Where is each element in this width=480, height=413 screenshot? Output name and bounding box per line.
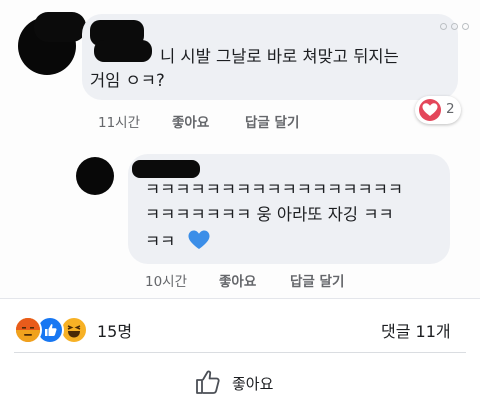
like-link[interactable]: 좋아요 (219, 270, 256, 290)
divider (14, 352, 466, 353)
reply-link[interactable]: 답글 달기 (290, 270, 344, 290)
haha-reaction-icon (60, 316, 88, 344)
reaction-summary-icons[interactable] (14, 316, 94, 344)
comment-text: 거임 ㅇㅋ? (90, 71, 165, 90)
reply-text-line: ㅋㅋ (145, 232, 176, 251)
comment-time[interactable]: 10시간 (145, 270, 187, 290)
reply-meta: 10시간 좋아요 답글 달기 (145, 270, 375, 290)
blue-heart-emoji (187, 229, 213, 251)
reply-text: ㅋㅋㅋㅋㅋㅋㅋㅋㅋㅋㅋㅋㅋㅋㅋㅋㅋ (145, 180, 404, 199)
comment-text: 니 시발 그날로 바로 쳐맞고 뒤지는 (160, 47, 399, 66)
comments-count[interactable]: 댓글 11개 (381, 318, 451, 342)
reactions-count[interactable]: 15명 (97, 318, 132, 342)
reaction-count: 2 (446, 101, 455, 117)
redacted-region (34, 12, 86, 42)
reply-text: ㅋㅋㅋㅋㅋㅋㅋ 웅 아라또 자깅 ㅋㅋ (145, 205, 394, 224)
reply-avatar[interactable] (76, 157, 114, 195)
like-button[interactable]: 좋아요 (194, 366, 304, 398)
like-link[interactable]: 좋아요 (172, 111, 209, 131)
comment-time[interactable]: 11시간 (98, 111, 140, 131)
thumbs-up-icon (194, 368, 222, 396)
like-button-label: 좋아요 (232, 375, 274, 393)
reply-text: ㅋㅋ (145, 229, 213, 254)
comment-reaction-badge[interactable]: 2 (415, 96, 461, 124)
more-options-icon[interactable] (440, 22, 474, 34)
comments-panel: 니 시발 그날로 바로 쳐맞고 뒤지는 거임 ㅇㅋ? 11시간 좋아요 답글 달… (0, 0, 480, 298)
redacted-author-name (94, 40, 152, 62)
angry-reaction-icon (14, 316, 42, 344)
redacted-author-name (132, 160, 200, 178)
reply-link[interactable]: 답글 달기 (245, 111, 299, 131)
love-reaction-icon (419, 99, 441, 121)
comment-meta: 11시간 좋아요 답글 달기 (98, 111, 328, 131)
